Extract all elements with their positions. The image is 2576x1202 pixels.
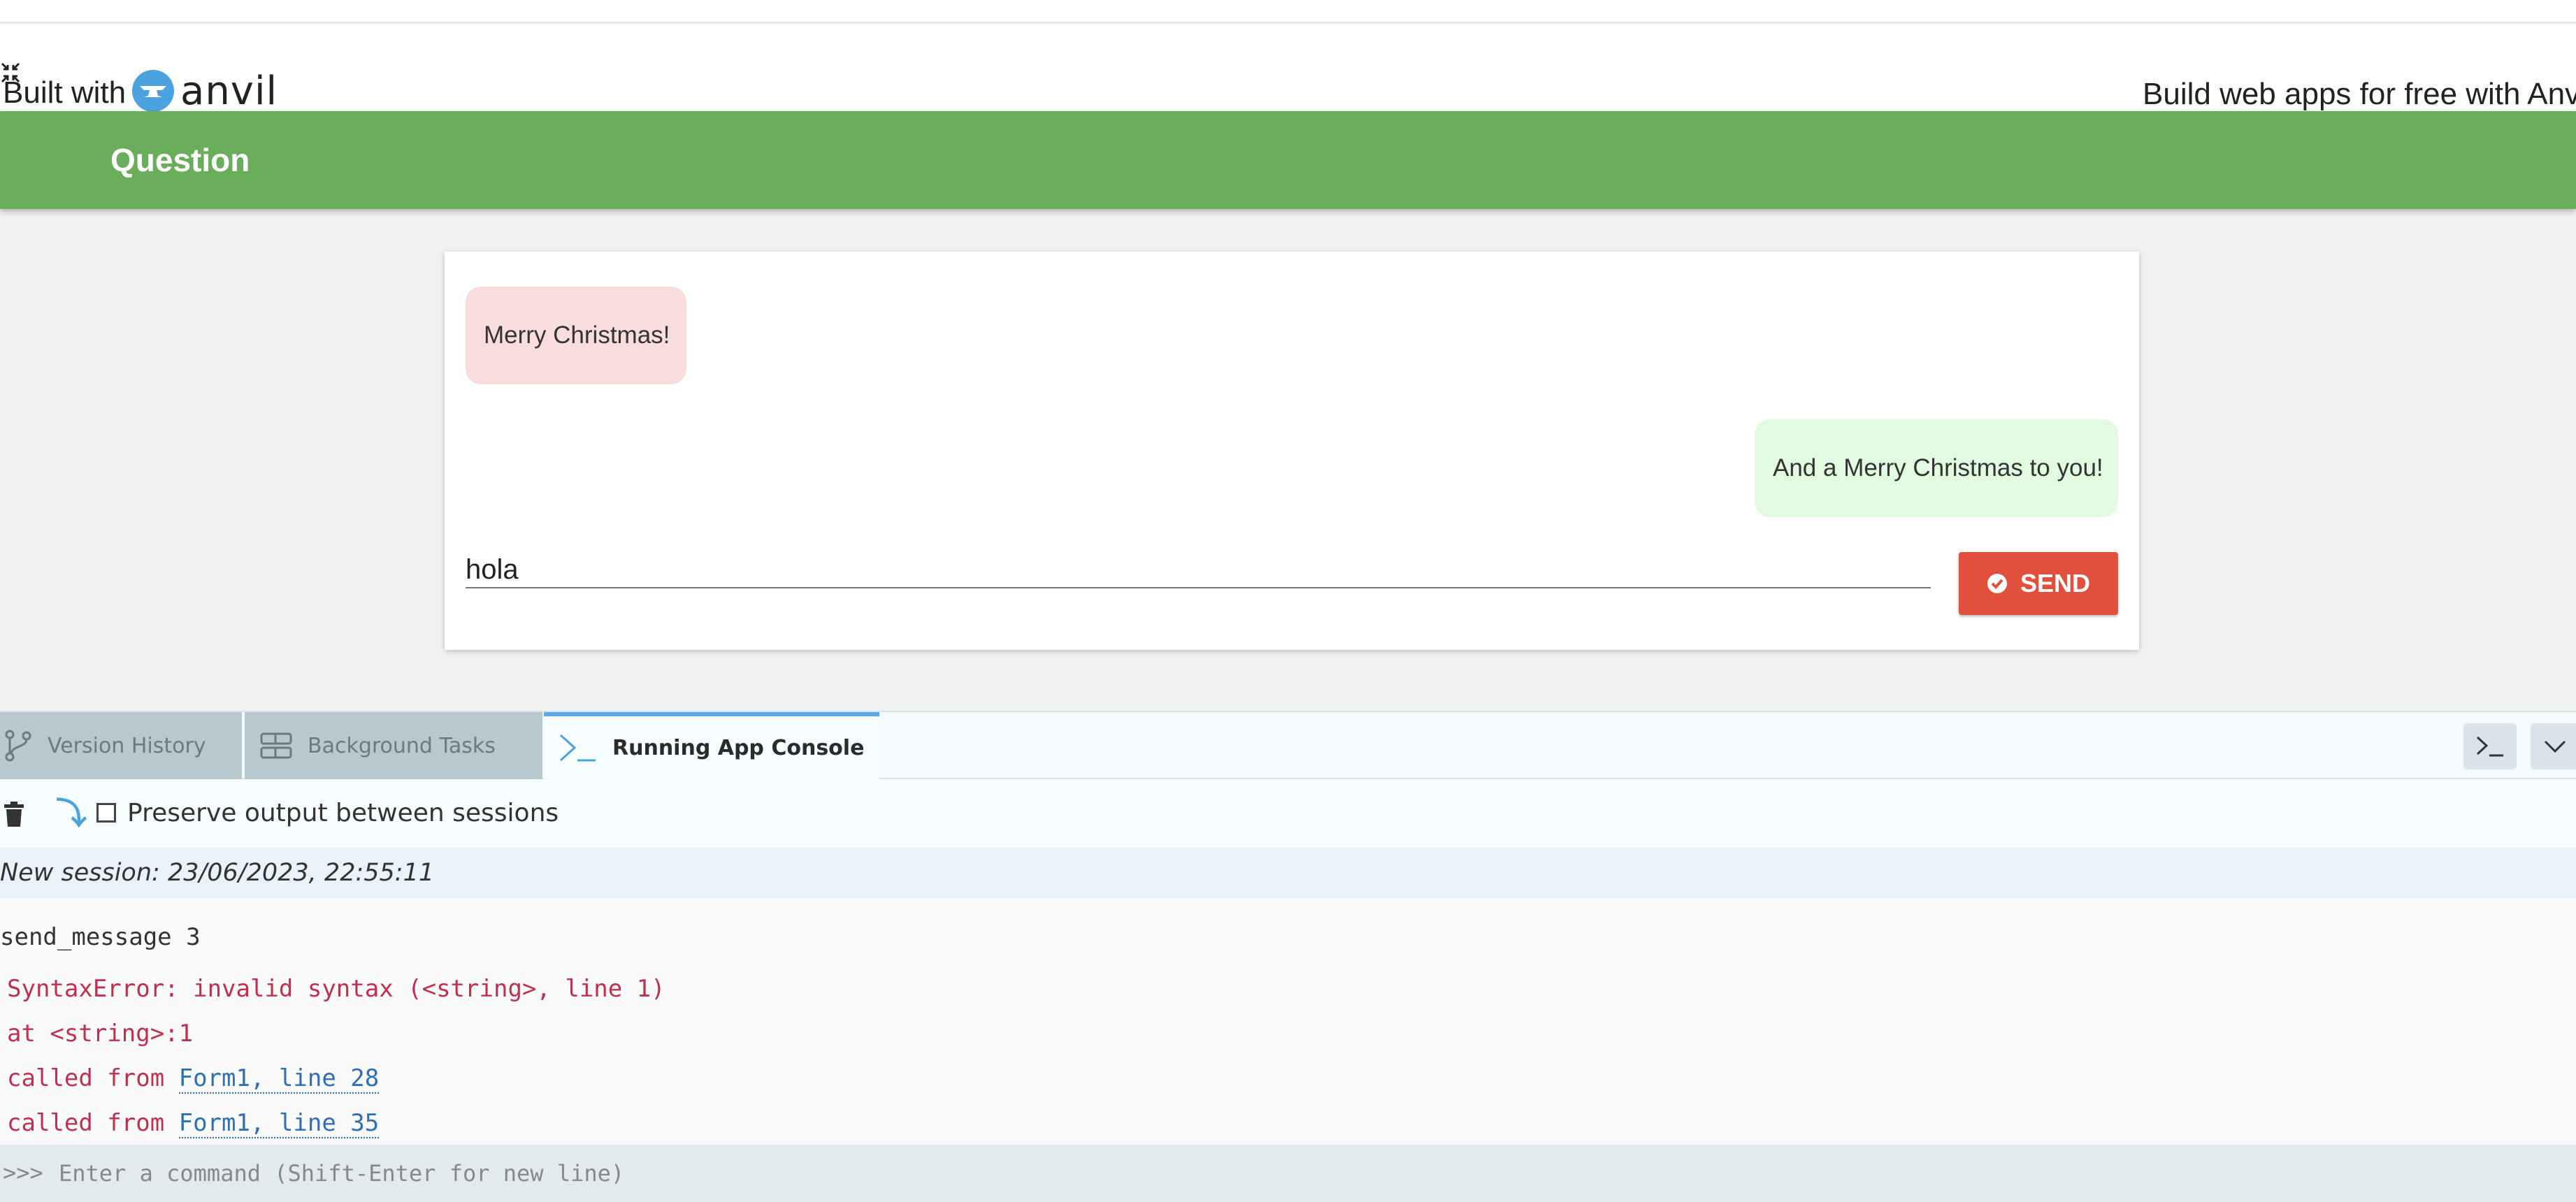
terminal-icon (2476, 736, 2503, 757)
anvil-logo-icon[interactable] (131, 69, 175, 113)
console-toolbar: ⤵ Preserve output between sessions (0, 779, 2576, 848)
tab-label: Version History (48, 733, 206, 758)
anvil-banner[interactable]: Built with anvil Build web apps for free… (0, 24, 2576, 114)
step-into-icon[interactable]: ⤵ (56, 797, 87, 831)
chat-card: Merry Christmas! And a Merry Christmas t… (445, 252, 2139, 650)
panel-tabbar: Version History Background Tasks Running… (0, 711, 2576, 779)
command-bar: >>> (0, 1145, 2576, 1202)
page: Built with anvil Build web apps for free… (0, 0, 2576, 1202)
error-location: at <string>:1 (7, 1020, 194, 1048)
traceback-line: called from Form1, line 28 (7, 1063, 380, 1094)
promo-link[interactable]: Build web apps for free with Anvil (2143, 75, 2576, 114)
session-banner: New session: 23/06/2023, 22:55:11 (0, 848, 2576, 898)
app-header: Question (0, 111, 2576, 209)
message-bubble-received: Merry Christmas! (466, 287, 686, 384)
send-button[interactable]: SEND (1959, 552, 2118, 615)
trash-icon[interactable] (3, 802, 25, 827)
terminal-icon (559, 734, 596, 762)
traceback-link[interactable]: Form1, line 28 (178, 1064, 380, 1094)
tab-version-history[interactable]: Version History (0, 712, 242, 779)
check-circle-icon (1987, 574, 2007, 593)
preserve-output-label[interactable]: Preserve output between sessions (127, 797, 559, 830)
tab-label: Background Tasks (308, 733, 496, 758)
terminal-toggle-button[interactable] (2463, 723, 2517, 769)
message-input[interactable] (466, 552, 1931, 588)
command-input[interactable] (59, 1154, 2505, 1192)
tab-label: Running App Console (612, 735, 865, 760)
traceback-prefix: called from (7, 1064, 179, 1092)
preserve-output-checkbox[interactable] (96, 803, 116, 823)
message-bubble-sent: And a Merry Christmas to you! (1755, 419, 2118, 517)
traceback-line: called from Form1, line 35 (7, 1108, 380, 1138)
session-timestamp: New session: 23/06/2023, 22:55:11 (0, 859, 435, 887)
console-output: send_message 3 SyntaxError: invalid synt… (0, 898, 2576, 1146)
collapse-panel-button[interactable] (2531, 723, 2576, 769)
tab-running-app-console[interactable]: Running App Console (544, 712, 879, 779)
output-line: send_message 3 (0, 923, 201, 951)
tab-background-tasks[interactable]: Background Tasks (245, 712, 542, 779)
page-title: Question (110, 142, 250, 178)
tasks-icon (260, 732, 292, 759)
branch-icon (5, 730, 31, 762)
command-prompt: >>> (3, 1159, 43, 1186)
send-label: SEND (2020, 569, 2091, 598)
anvil-brand[interactable]: anvil (180, 68, 278, 115)
top-strip (0, 0, 2576, 23)
chevron-down-icon (2544, 740, 2566, 753)
error-message: SyntaxError: invalid syntax (<string>, l… (7, 975, 665, 1003)
traceback-prefix: called from (7, 1109, 179, 1137)
traceback-link[interactable]: Form1, line 35 (178, 1109, 380, 1138)
built-with-text: Built with (3, 75, 127, 110)
